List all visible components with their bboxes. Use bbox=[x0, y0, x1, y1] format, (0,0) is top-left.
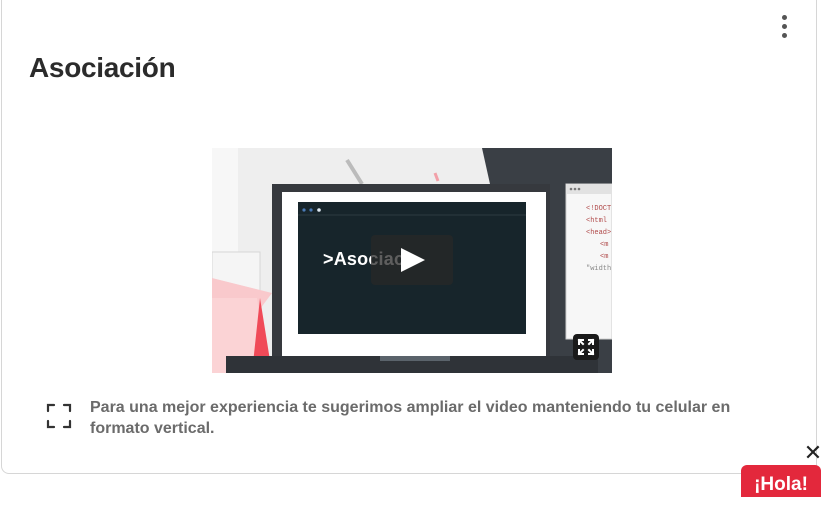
play-icon[interactable] bbox=[371, 235, 453, 285]
code-line: <head> bbox=[586, 229, 611, 237]
card-title: Asociación bbox=[29, 52, 176, 83]
video-player[interactable]: <!DOCT <html <head> <m <m "width >Asocia… bbox=[212, 148, 612, 373]
more-vertical-icon[interactable] bbox=[775, 12, 795, 42]
code-line: <m bbox=[600, 241, 608, 249]
video-card: Asociación <!DOCT <html <head> <m <m "wi… bbox=[1, 0, 817, 474]
code-line: "width bbox=[586, 265, 611, 273]
code-line: <!DOCT bbox=[586, 205, 611, 213]
fullscreen-icon[interactable] bbox=[573, 334, 599, 360]
code-line: <html bbox=[586, 217, 607, 225]
code-line: <m bbox=[600, 253, 608, 261]
close-icon[interactable]: ✕ bbox=[803, 442, 823, 464]
chat-greeting-button[interactable]: ¡Hola! bbox=[741, 465, 821, 497]
orientation-hint: Para una mejor experiencia te sugerimos … bbox=[90, 399, 731, 437]
expand-frame-icon bbox=[46, 403, 72, 429]
